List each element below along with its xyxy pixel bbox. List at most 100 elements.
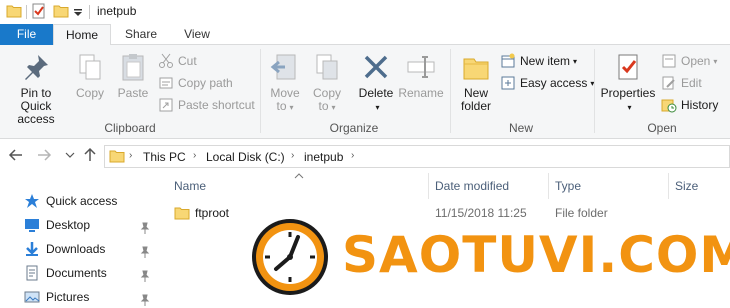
new-folder-button[interactable]: New folder [456, 51, 496, 113]
pin-icon [25, 55, 48, 80]
paste-label: Paste [117, 86, 149, 100]
copy-to-label-line1: Copy [312, 86, 341, 100]
column-divider[interactable] [428, 173, 429, 199]
cut-label: Cut [178, 54, 197, 68]
pin-icon[interactable] [140, 246, 150, 258]
copy-to-icon [316, 54, 338, 80]
easy-access-label: Easy access [520, 76, 588, 90]
paste-button[interactable]: Paste [114, 51, 152, 100]
sidebar-item-quick-access[interactable]: Quick access [24, 191, 117, 211]
address-bar[interactable]: › This PC › Local Disk (C:) › inetpub › [104, 145, 730, 168]
pin-label-line1: Pin to Quick [20, 86, 52, 113]
delete-label: Delete [358, 86, 394, 100]
sidebar-item-documents[interactable]: Documents [24, 263, 107, 283]
new-item-button[interactable]: New item ▾ [500, 51, 577, 71]
paste-icon [122, 54, 144, 81]
chevron-right-icon[interactable]: › [291, 150, 294, 161]
open-icon [662, 54, 676, 68]
customize-toolbar-icon[interactable] [73, 3, 83, 19]
pin-icon[interactable] [140, 270, 150, 282]
copy-path-button[interactable]: Copy path [158, 73, 233, 93]
group-divider [594, 49, 595, 133]
move-to-button[interactable]: Move to ▾ [266, 51, 304, 114]
sidebar-item-downloads[interactable]: Downloads [24, 239, 105, 259]
easy-access-button[interactable]: Easy access ▾ [500, 73, 594, 93]
sidebar-item-label: Desktop [46, 218, 91, 232]
copy-to-label-line2: to [318, 99, 329, 113]
copy-label: Copy [75, 86, 104, 100]
address-row: › This PC › Local Disk (C:) › inetpub › [0, 139, 730, 173]
watermark-text: SAOTUVI.COM [342, 226, 730, 284]
tab-share[interactable]: Share [113, 24, 169, 45]
rename-button[interactable]: Rename [398, 51, 444, 100]
pictures-icon [24, 291, 40, 303]
copy-icon [79, 54, 101, 80]
title-bar: inetpub [0, 0, 730, 24]
group-divider [260, 49, 261, 133]
properties-button[interactable]: Properties ▾ [600, 51, 656, 114]
new-folder-icon[interactable] [53, 3, 69, 19]
new-item-label: New item [520, 54, 571, 68]
new-item-icon [501, 53, 515, 68]
pin-icon[interactable] [140, 294, 150, 306]
ribbon-tabs: File Home Share View [0, 24, 730, 46]
sidebar-item-pictures[interactable]: Pictures [24, 287, 89, 307]
back-arrow-icon[interactable] [8, 147, 24, 163]
tab-file[interactable]: File [0, 24, 53, 45]
scissors-icon [159, 53, 173, 68]
new-folder-label-line2: folder [460, 99, 492, 113]
column-header-type[interactable]: Type [555, 177, 581, 199]
clipboard-group-label: Clipboard [104, 121, 156, 135]
sidebar-item-label: Documents [46, 266, 107, 280]
breadcrumb-this-pc[interactable]: This PC [143, 150, 186, 164]
title-divider [89, 5, 90, 19]
copy-to-button[interactable]: Copy to ▾ [308, 51, 346, 114]
edit-button[interactable]: Edit [661, 73, 702, 93]
open-button[interactable]: Open ▾ [661, 51, 717, 71]
breadcrumb-local-disk[interactable]: Local Disk (C:) [206, 150, 285, 164]
move-to-label-line1: Move [270, 86, 300, 100]
chevron-right-icon[interactable]: › [351, 150, 354, 161]
tab-home[interactable]: Home [53, 24, 111, 46]
column-header-name[interactable]: Name [174, 177, 206, 199]
paste-shortcut-button[interactable]: Paste shortcut [158, 95, 255, 115]
column-divider[interactable] [548, 173, 549, 199]
group-divider [450, 49, 451, 133]
breadcrumb-inetpub[interactable]: inetpub [304, 150, 343, 164]
up-arrow-icon[interactable] [82, 147, 98, 163]
open-group-label: Open [647, 121, 677, 135]
column-divider[interactable] [668, 173, 669, 199]
history-icon [661, 99, 677, 113]
folder-icon [109, 150, 125, 163]
properties-icon[interactable] [31, 3, 47, 19]
tab-view[interactable]: View [169, 24, 225, 45]
properties-icon [618, 54, 638, 80]
pin-icon[interactable] [140, 222, 150, 234]
column-header-size[interactable]: Size [675, 177, 698, 199]
pin-label-line2: access [17, 112, 55, 126]
pin-to-quick-access-button[interactable]: Pin to Quick access [4, 51, 68, 126]
window-title: inetpub [97, 4, 137, 18]
sort-ascending-icon [294, 173, 304, 179]
move-to-label-line2: to [276, 99, 287, 113]
delete-button[interactable]: Delete ▾ [354, 51, 398, 114]
chevron-right-icon[interactable]: › [193, 150, 196, 161]
download-icon [26, 242, 38, 256]
navigation-pane: Quick access Desktop Downloads Documents… [0, 173, 158, 308]
cut-button[interactable]: Cut [158, 51, 197, 71]
copy-button[interactable]: Copy [72, 51, 108, 100]
column-header-date-modified[interactable]: Date modified [435, 177, 509, 199]
easy-access-icon [501, 76, 515, 90]
folder-icon [6, 5, 22, 18]
history-button[interactable]: History [661, 95, 718, 115]
recent-locations-icon[interactable] [62, 147, 78, 163]
sidebar-item-desktop[interactable]: Desktop [24, 215, 90, 235]
sidebar-item-label: Pictures [46, 290, 90, 304]
star-icon [25, 194, 39, 208]
new-folder-label-line1: New [463, 86, 488, 100]
chevron-right-icon[interactable]: › [129, 150, 132, 161]
forward-arrow-icon[interactable] [36, 147, 52, 163]
rename-icon [407, 56, 435, 78]
paste-shortcut-icon [159, 98, 173, 112]
new-group-label: New [508, 121, 533, 135]
